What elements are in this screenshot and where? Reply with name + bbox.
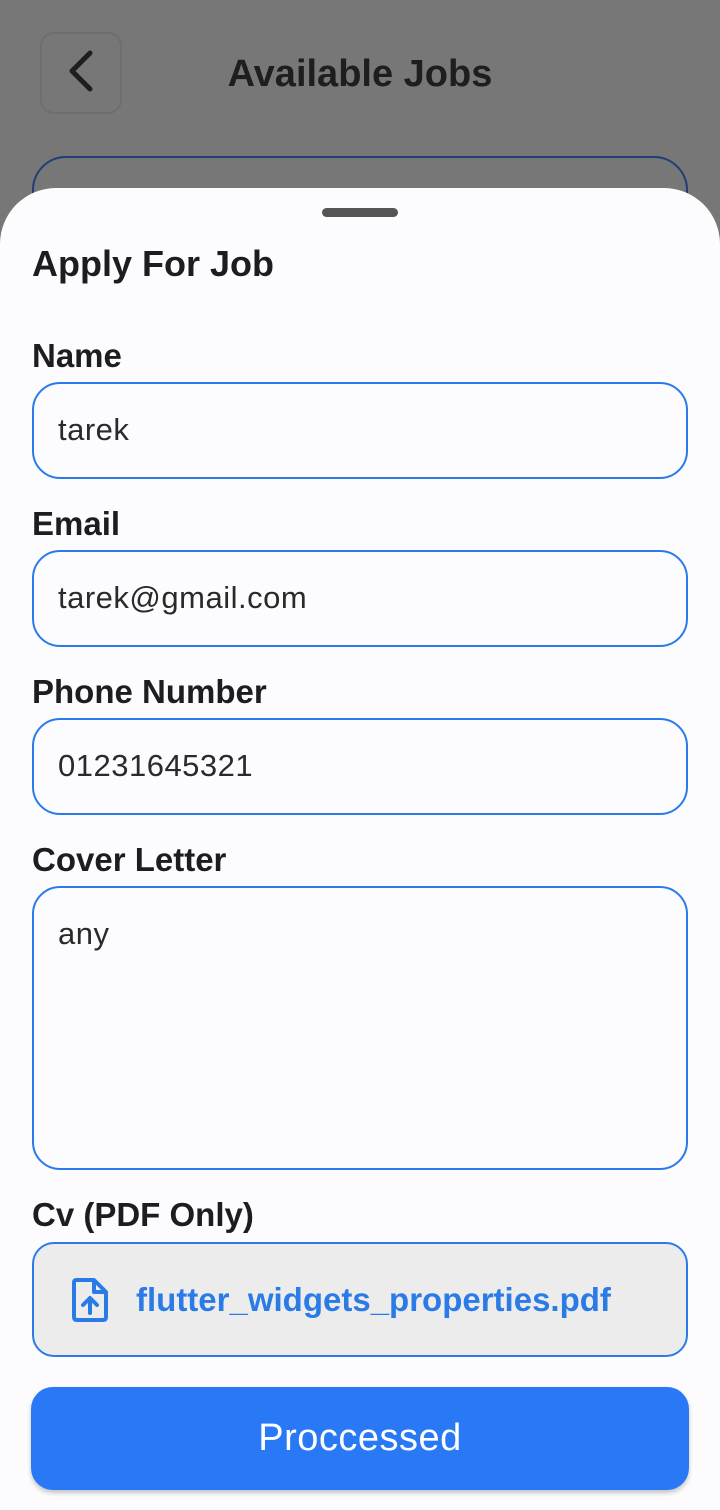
submit-button[interactable]: Proccessed (31, 1387, 689, 1490)
cover-letter-value: any (58, 916, 110, 951)
drag-handle[interactable] (322, 208, 398, 217)
apply-bottom-sheet: Apply For Job Name tarek Email tarek@gma… (0, 188, 720, 1510)
phone-value: 01231645321 (58, 748, 254, 783)
email-field[interactable]: tarek@gmail.com (32, 550, 688, 647)
cv-upload-box[interactable]: flutter_widgets_properties.pdf (32, 1242, 688, 1357)
cv-file-name: flutter_widgets_properties.pdf (136, 1280, 611, 1318)
name-value: tarek (58, 412, 130, 447)
page-title: Available Jobs (227, 53, 493, 95)
phone-field[interactable]: 01231645321 (32, 718, 688, 815)
cv-label: Cv (PDF Only) (32, 1196, 254, 1233)
cover-letter-field[interactable]: any (32, 886, 688, 1170)
name-label: Name (32, 337, 122, 374)
submit-button-label: Proccessed (258, 1417, 462, 1459)
cover-letter-label: Cover Letter (32, 841, 227, 878)
email-value: tarek@gmail.com (58, 580, 308, 615)
phone-label: Phone Number (32, 673, 267, 710)
name-field[interactable]: tarek (32, 382, 688, 479)
sheet-title: Apply For Job (32, 243, 274, 284)
file-upload-icon (68, 1277, 112, 1323)
email-label: Email (32, 505, 121, 542)
